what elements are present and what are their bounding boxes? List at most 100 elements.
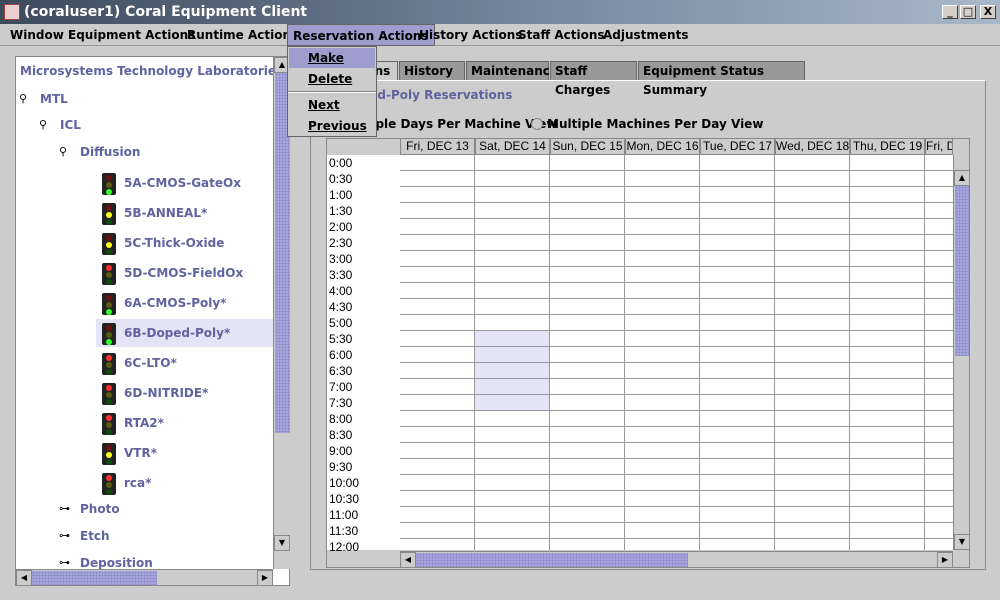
schedule-cell[interactable] — [400, 203, 475, 219]
schedule-cell[interactable] — [400, 443, 475, 459]
schedule-cell[interactable] — [775, 315, 850, 331]
schedule-horizontal-scrollbar[interactable]: ◀ ▶ — [400, 551, 953, 568]
schedule-cell[interactable] — [850, 267, 925, 283]
schedule-cell[interactable] — [400, 363, 475, 379]
schedule-cell[interactable] — [625, 219, 700, 235]
schedule-cell[interactable] — [700, 235, 775, 251]
schedule-cell[interactable] — [925, 187, 953, 203]
schedule-cell[interactable] — [625, 251, 700, 267]
schedule-cell[interactable] — [400, 315, 475, 331]
schedule-cell[interactable] — [700, 299, 775, 315]
tree-equipment-item[interactable]: VTR* — [96, 439, 273, 467]
schedule-cell[interactable] — [850, 539, 925, 550]
schedule-cell[interactable] — [775, 491, 850, 507]
schedule-vertical-scrollbar[interactable]: ▲ ▼ — [953, 155, 970, 550]
scroll-left-arrow[interactable]: ◀ — [400, 552, 416, 568]
schedule-cell[interactable] — [850, 219, 925, 235]
schedule-cell[interactable] — [475, 523, 550, 539]
menu-window[interactable]: Window — [5, 24, 69, 46]
tree-node-etch[interactable]: Etch — [80, 526, 110, 546]
schedule-cell[interactable] — [400, 523, 475, 539]
schedule-cell[interactable] — [400, 347, 475, 363]
schedule-cell[interactable] — [400, 459, 475, 475]
schedule-cell[interactable] — [700, 443, 775, 459]
schedule-cell[interactable] — [850, 315, 925, 331]
schedule-cell[interactable] — [400, 267, 475, 283]
schedule-cell[interactable] — [925, 443, 953, 459]
schedule-cell[interactable] — [925, 235, 953, 251]
day-column-header[interactable]: Thu, DEC 19 — [850, 138, 925, 155]
schedule-cell[interactable] — [625, 171, 700, 187]
schedule-cell[interactable] — [550, 171, 625, 187]
schedule-cell[interactable] — [700, 411, 775, 427]
schedule-cell[interactable] — [400, 283, 475, 299]
day-column-header[interactable]: Wed, DEC 18 — [775, 138, 850, 155]
schedule-cell[interactable] — [775, 187, 850, 203]
menu-staff-actions[interactable]: Staff Actions — [513, 24, 610, 46]
schedule-cell[interactable] — [775, 235, 850, 251]
schedule-cell[interactable] — [775, 219, 850, 235]
schedule-cell[interactable] — [850, 443, 925, 459]
schedule-cell[interactable] — [625, 427, 700, 443]
schedule-cell[interactable] — [700, 251, 775, 267]
day-column-header[interactable]: Sun, DEC 15 — [550, 138, 625, 155]
reserved-slot-cell[interactable] — [475, 379, 550, 395]
schedule-cell[interactable] — [475, 491, 550, 507]
schedule-cell[interactable] — [625, 155, 700, 171]
schedule-cell[interactable] — [550, 443, 625, 459]
schedule-cell[interactable] — [400, 171, 475, 187]
schedule-cell[interactable] — [850, 235, 925, 251]
schedule-cell[interactable] — [475, 475, 550, 491]
schedule-cell[interactable] — [625, 347, 700, 363]
day-column-header[interactable]: Mon, DEC 16 — [625, 138, 700, 155]
schedule-cell[interactable] — [475, 155, 550, 171]
schedule-cell[interactable] — [850, 299, 925, 315]
schedule-cell[interactable] — [550, 491, 625, 507]
schedule-cell[interactable] — [700, 347, 775, 363]
schedule-cell[interactable] — [700, 283, 775, 299]
schedule-cell[interactable] — [850, 427, 925, 443]
schedule-cell[interactable] — [475, 235, 550, 251]
schedule-cell[interactable] — [850, 491, 925, 507]
schedule-cell[interactable] — [625, 411, 700, 427]
schedule-cell[interactable] — [550, 459, 625, 475]
day-column-header[interactable]: Sat, DEC 14 — [475, 138, 550, 155]
schedule-cell[interactable] — [925, 523, 953, 539]
schedule-cell[interactable] — [400, 187, 475, 203]
schedule-cell[interactable] — [850, 411, 925, 427]
reserved-slot-cell[interactable] — [475, 395, 550, 411]
menu-adjustments[interactable]: Adjustments — [598, 24, 693, 46]
tree-equipment-item[interactable]: 6B-Doped-Poly* — [96, 319, 273, 347]
schedule-cell[interactable] — [775, 459, 850, 475]
schedule-cell[interactable] — [475, 443, 550, 459]
schedule-cell[interactable] — [700, 363, 775, 379]
schedule-cell[interactable] — [550, 299, 625, 315]
schedule-cell[interactable] — [400, 427, 475, 443]
menu-history-actions[interactable]: History Actions — [414, 24, 527, 46]
schedule-cell[interactable] — [700, 427, 775, 443]
schedule-cell[interactable] — [850, 187, 925, 203]
schedule-cell[interactable] — [925, 347, 953, 363]
day-column-header[interactable]: Tue, DEC 17 — [700, 138, 775, 155]
scroll-left-arrow[interactable]: ◀ — [16, 570, 32, 586]
schedule-cell[interactable] — [850, 283, 925, 299]
schedule-cell[interactable] — [775, 427, 850, 443]
schedule-cell[interactable] — [925, 379, 953, 395]
collapsed-node-icon[interactable]: ⊶ — [59, 503, 71, 515]
menu-equipment-actions[interactable]: Equipment Actions — [63, 24, 200, 46]
schedule-cell[interactable] — [550, 283, 625, 299]
schedule-cell[interactable] — [475, 459, 550, 475]
schedule-cell[interactable] — [775, 267, 850, 283]
schedule-cell[interactable] — [475, 203, 550, 219]
schedule-cell[interactable] — [550, 475, 625, 491]
expanded-node-icon[interactable]: ⚲ — [39, 119, 51, 131]
schedule-cell[interactable] — [475, 315, 550, 331]
schedule-cell[interactable] — [475, 251, 550, 267]
day-column-header[interactable]: Fri, DEC 20 — [925, 138, 953, 155]
schedule-cell[interactable] — [850, 395, 925, 411]
tree-horizontal-scrollbar[interactable]: ◀ ▶ — [16, 569, 273, 586]
schedule-cell[interactable] — [850, 203, 925, 219]
schedule-cell[interactable] — [925, 507, 953, 523]
schedule-cell[interactable] — [775, 347, 850, 363]
schedule-cell[interactable] — [550, 331, 625, 347]
